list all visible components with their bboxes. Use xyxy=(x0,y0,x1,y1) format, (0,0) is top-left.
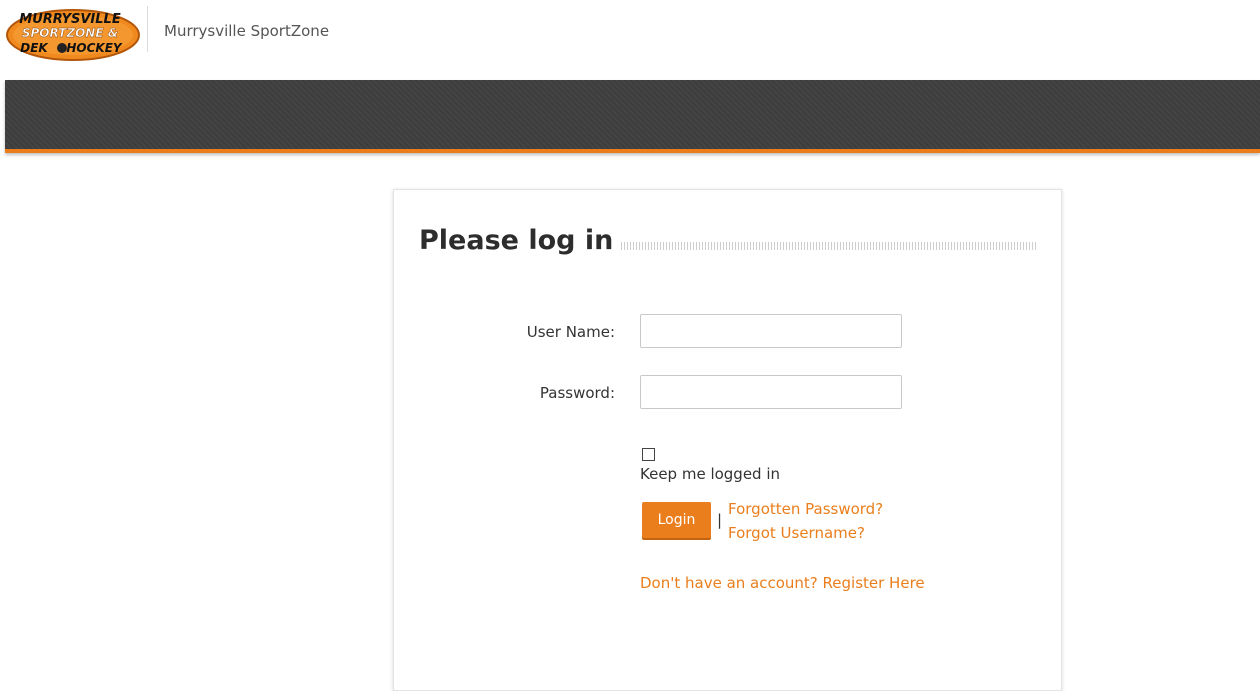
header-divider xyxy=(147,6,148,52)
forgot-username-link[interactable]: Forgot Username? xyxy=(728,522,865,544)
link-separator: | xyxy=(717,511,723,529)
main-navbar xyxy=(5,80,1260,153)
password-input[interactable] xyxy=(640,375,902,409)
page-title: Please log in xyxy=(419,225,614,256)
login-button[interactable]: Login xyxy=(642,502,711,538)
forgot-password-link[interactable]: Forgotten Password? xyxy=(728,498,883,520)
keep-logged-in-label: Keep me logged in xyxy=(640,465,781,483)
keep-logged-in-checkbox[interactable] xyxy=(642,448,655,461)
password-label: Password: xyxy=(539,384,615,402)
username-input[interactable] xyxy=(640,314,902,348)
username-label: User Name: xyxy=(526,323,615,341)
murrysville-sportzone-logo[interactable]: MURRYSVILLE SPORTZONE & DEK HOCKEY xyxy=(4,4,142,62)
svg-text:DEK: DEK xyxy=(20,41,49,55)
site-header: MURRYSVILLE SPORTZONE & DEK HOCKEY Murry… xyxy=(0,0,1260,80)
login-card: Please log in User Name: Password: Keep … xyxy=(393,189,1062,691)
title-decorative-rule xyxy=(621,242,1036,250)
register-link[interactable]: Don't have an account? Register Here xyxy=(640,572,925,594)
svg-text:HOCKEY: HOCKEY xyxy=(66,41,123,55)
svg-text:MURRYSVILLE: MURRYSVILLE xyxy=(19,12,121,27)
site-name: Murrysville SportZone xyxy=(164,22,330,40)
svg-text:SPORTZONE &: SPORTZONE & xyxy=(22,26,118,40)
